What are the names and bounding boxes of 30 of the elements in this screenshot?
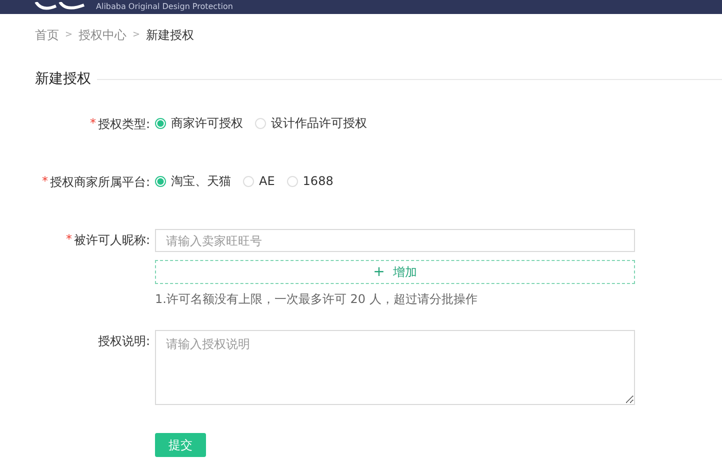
breadcrumb-separator: > (65, 30, 73, 40)
header-tagline: Alibaba Original Design Protection (96, 2, 233, 12)
required-mark: * (42, 174, 48, 188)
radio-option[interactable]: 商家许可授权 (155, 114, 243, 132)
field-label: 授权说明: (98, 333, 150, 350)
radio-button[interactable] (155, 118, 166, 128)
radio-button[interactable] (243, 176, 254, 186)
hint-text: 1.许可名额没有上限，一次最多许可 20 人，超过请分批操作 (155, 291, 478, 308)
breadcrumb-link[interactable]: 授权中心 (78, 26, 127, 44)
input-field[interactable]: 请输入卖家旺旺号 (155, 229, 635, 252)
required-mark: * (90, 116, 96, 130)
field-label: 被许可人昵称: (74, 232, 150, 249)
radio-label[interactable]: 商家许可授权 (171, 114, 243, 132)
radio-button[interactable] (155, 176, 166, 186)
section-title: 新建授权 (35, 70, 91, 88)
breadcrumb-current-page: 新建授权 (146, 26, 194, 44)
radio-label[interactable]: 淘宝、天猫 (171, 172, 231, 190)
textarea-field[interactable]: 请输入授权说明 (155, 330, 635, 405)
radio-button[interactable] (255, 118, 266, 128)
radio-button[interactable] (286, 176, 298, 186)
radio-option[interactable]: 1688 (286, 174, 334, 188)
field-label: 授权类型: (98, 116, 150, 133)
field-label: 授权商家所属平台: (50, 174, 150, 191)
required-mark: * (66, 232, 72, 246)
radio-label[interactable]: AE (259, 174, 275, 188)
breadcrumb-link[interactable]: 首页 (35, 26, 59, 44)
breadcrumb-separator: > (132, 30, 140, 40)
radio-option[interactable]: 淘宝、天猫 (155, 172, 231, 190)
radio-option[interactable]: AE (243, 174, 275, 188)
radio-label[interactable]: 1688 (302, 174, 334, 188)
